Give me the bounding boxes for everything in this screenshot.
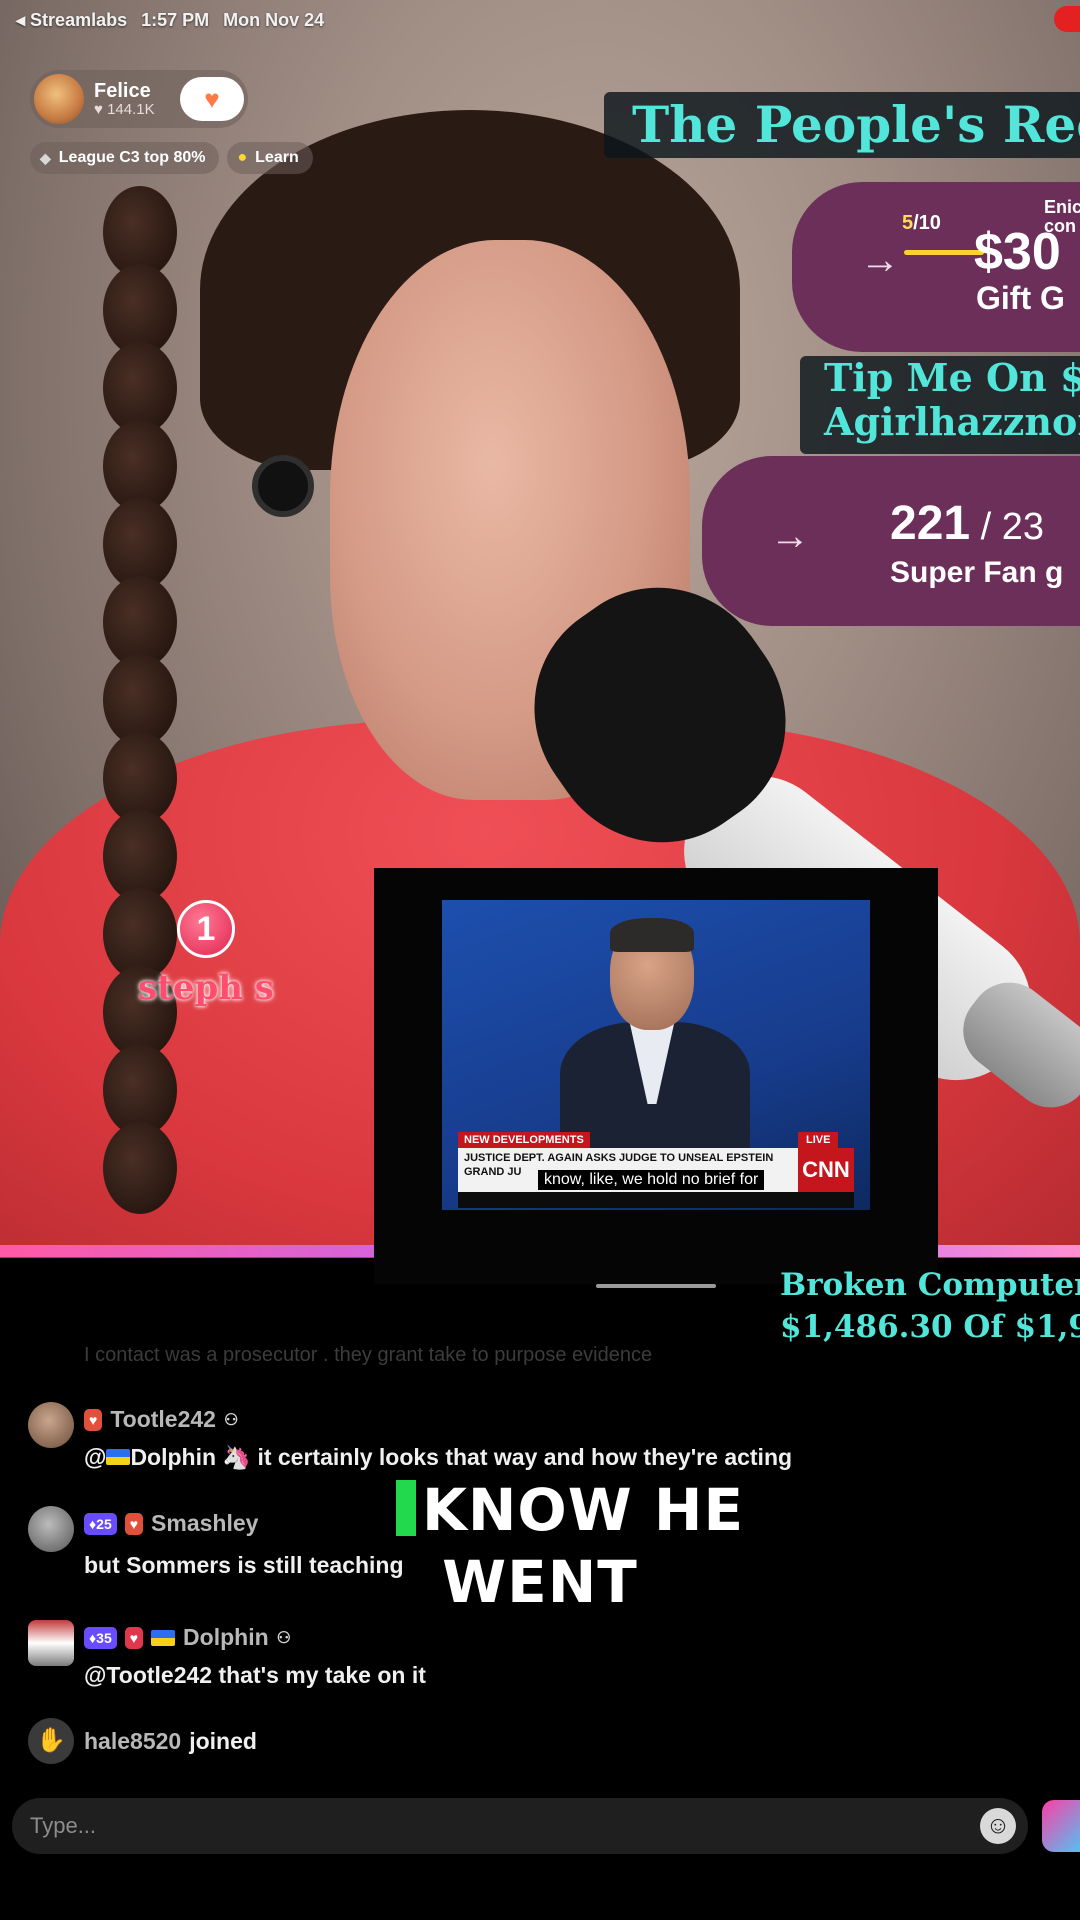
news-tag: NEW DEVELOPMENTS [458, 1132, 590, 1148]
chat-input[interactable]: Type... ☺ [12, 1798, 1028, 1854]
faded-chat-line: I contact was a prosecutor . they grant … [84, 1344, 653, 1366]
top-gifter: 1 steph s [138, 900, 274, 1008]
chat-username[interactable]: Tootle242 [110, 1406, 216, 1433]
broken-line2: $1,486.30 Of $1,90 [780, 1309, 1080, 1345]
super-fan-goal-card[interactable]: → 221 / 23 Super Fan g [702, 456, 1080, 626]
host-name: Felice [94, 79, 151, 102]
emoji-icon[interactable]: ☺ [980, 1808, 1016, 1844]
flag-icon [151, 1629, 176, 1646]
avatar[interactable] [28, 1620, 74, 1666]
heart-badge: ♥ [124, 1626, 144, 1649]
message-body: it certainly looks that way and how they… [257, 1444, 793, 1470]
host-pill[interactable]: Felice ♥ 144.1K ♥ [30, 70, 248, 128]
fan-badge: ♥ [84, 1408, 103, 1431]
host-tags: ◆ League C3 top 80% ● Learn [30, 142, 313, 174]
arrow-right-icon: → [770, 514, 810, 558]
anchor-hair [610, 918, 694, 952]
input-placeholder: Type... [30, 1813, 97, 1838]
flag-icon [106, 1449, 131, 1465]
chat-text: @ Dolphin 🦄 it certainly looks that way a… [84, 1444, 793, 1470]
follow-heart-button[interactable]: ♥ [180, 77, 244, 121]
tip-line1: Tip Me On $ [824, 356, 1080, 400]
broken-computer-goal: Broken Computer $1,486.30 Of $1,90 [780, 1264, 1080, 1348]
braid [90, 186, 190, 1258]
gifter-name: steph s [138, 968, 274, 1008]
goal-side-text: Enic con [1044, 197, 1080, 236]
news-screen: NEW DEVELOPMENTS LIVE JUSTICE DEPT. AGAI… [442, 900, 870, 1210]
message-body: @Tootle242 that's my take on it [84, 1662, 426, 1688]
league-tag[interactable]: ◆ League C3 top 80% [30, 142, 220, 174]
back-app-label[interactable]: ◂ Streamlabs [16, 10, 127, 31]
date: Mon Nov 24 [223, 9, 325, 30]
tv-caption: know, like, we hold no brief for [538, 1170, 765, 1190]
wave-icon: ✋ [28, 1718, 74, 1764]
earbud [252, 455, 314, 517]
burned-in-caption: KNOW HE WENT [0, 1474, 1080, 1618]
stream-title-banner: The People's Rec [604, 92, 1080, 158]
caption-cursor [395, 1480, 416, 1536]
tip-line2: Agirlhazznon [824, 399, 1080, 444]
network-logo: CNN [798, 1148, 854, 1192]
rank-badge: 1 [176, 900, 235, 958]
caption-line2: WENT [442, 1548, 638, 1616]
goal-label: Gift G [976, 280, 1065, 316]
fan-label: Super Fan g [890, 556, 1064, 589]
goal-progress [904, 250, 984, 255]
join-user[interactable]: hale8520 [84, 1728, 181, 1755]
recording-indicator [1054, 6, 1080, 32]
goal-count: 5/10 [902, 212, 941, 234]
host-likes: ♥ 144.1K [94, 100, 155, 118]
join-action: joined [189, 1728, 257, 1754]
news-ticker [458, 1192, 854, 1208]
tip-banner: Tip Me On $ Agirlhazznon [800, 356, 1080, 454]
caption-line1: KNOW HE [421, 1476, 745, 1544]
time: 1:57 PM [141, 9, 210, 30]
diamond-icon: ◆ [40, 149, 51, 166]
embedded-video[interactable]: NEW DEVELOPMENTS LIVE JUSTICE DEPT. AGAI… [374, 868, 938, 1288]
avatar[interactable] [34, 74, 84, 124]
mention-symbol: @ [84, 1444, 107, 1470]
fan-count: 221 / 23 [890, 497, 1045, 550]
chat-username[interactable]: Dolphin [183, 1624, 269, 1651]
home-indicator [596, 1284, 716, 1288]
gift-goal-card[interactable]: → 5/10 $30 Gift G Enic con [792, 182, 1080, 352]
bulb-icon: ● [237, 149, 248, 166]
moderator-icon: ⚇ [276, 1629, 291, 1647]
status-bar: ◂ Streamlabs 1:57 PM Mon Nov 24 [0, 0, 1080, 40]
live-badge: LIVE [798, 1132, 839, 1148]
arrow-right-icon: → [860, 238, 900, 282]
avatar[interactable] [28, 1402, 74, 1448]
moderator-icon: ⚇ [223, 1411, 239, 1429]
gift-button[interactable] [1042, 1800, 1080, 1852]
level-badge: ♦ 35 [84, 1626, 117, 1649]
broken-line1: Broken Computer [780, 1267, 1080, 1303]
mention-name[interactable]: Dolphin [130, 1444, 216, 1470]
learn-tag[interactable]: ● Learn [227, 142, 313, 174]
